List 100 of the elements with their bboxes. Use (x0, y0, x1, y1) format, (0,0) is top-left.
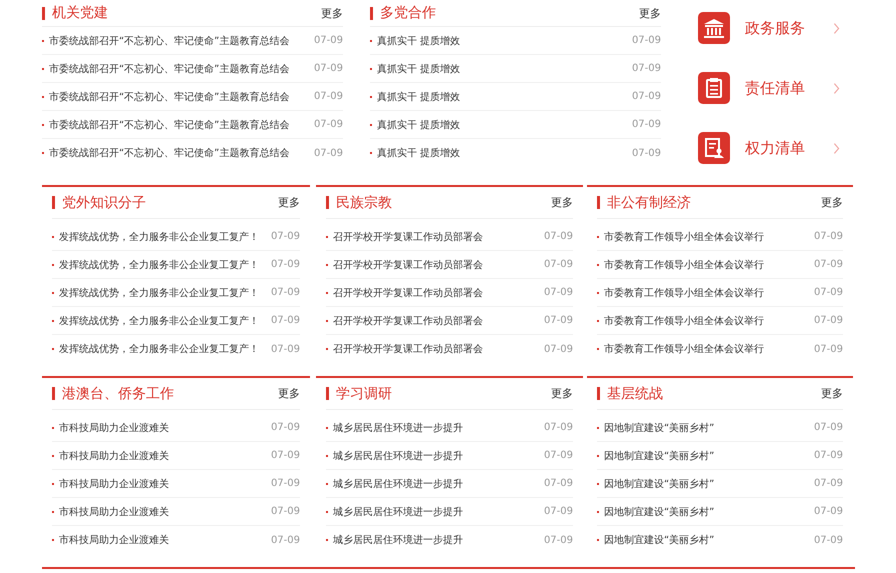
news-date: 07-09 (544, 534, 573, 546)
news-link[interactable]: 市科技局助力企业渡难关 (59, 504, 271, 518)
news-date: 07-09 (270, 287, 300, 298)
title-bar-icon (597, 196, 600, 209)
section-title: 非公有制经济 (607, 194, 692, 212)
news-link[interactable]: 市科技局助力企业渡难关 (59, 420, 271, 434)
news-date: 07-09 (544, 231, 573, 242)
more-link[interactable]: 更多 (639, 6, 661, 20)
news-link[interactable]: 因地制宜建设“美丽乡村” (604, 420, 814, 434)
news-link[interactable]: 城乡居民居住环境进一步提升 (333, 420, 544, 434)
news-date: 07-09 (270, 344, 300, 354)
news-date: 07-09 (632, 119, 661, 130)
title-bar-icon (52, 387, 55, 400)
section-title: 多党合作 (380, 4, 437, 22)
news-link[interactable]: 市委教育工作领导小组全体会议举行 (604, 314, 814, 328)
news-link[interactable]: 城乡居民居住环境进一步提升 (333, 504, 544, 518)
news-link[interactable]: 因地制宜建设“美丽乡村” (604, 533, 814, 547)
news-link[interactable]: 因地制宜建设“美丽乡村” (604, 476, 814, 490)
news-link[interactable]: 城乡居民居住环境进一步提升 (333, 476, 544, 490)
more-link[interactable]: 更多 (278, 195, 300, 210)
section-title: 学习调研 (336, 384, 393, 402)
news-date: 07-09 (632, 148, 661, 158)
news-date: 07-09 (314, 35, 343, 46)
chevron-right-icon (833, 82, 840, 94)
news-date: 07-09 (270, 534, 300, 546)
chevron-right-icon (833, 142, 840, 154)
news-link[interactable]: 市委统战部召开“不忘初心、牢记使命”主题教育总结会 (49, 146, 314, 160)
news-link[interactable]: 市委统战部召开“不忘初心、牢记使命”主题教育总结会 (49, 90, 314, 104)
news-date: 07-09 (314, 91, 343, 102)
news-date: 07-09 (814, 450, 843, 461)
news-date: 07-09 (544, 506, 573, 517)
news-link[interactable]: 发挥统战优势，全力服务非公企业复工复产！ (59, 342, 271, 356)
section-title: 党外知识分子 (62, 194, 147, 212)
news-link[interactable]: 发挥统战优势，全力服务非公企业复工复产！ (59, 258, 271, 272)
news-date: 07-09 (814, 478, 843, 489)
section-title: 基层统战 (607, 384, 664, 402)
news-date: 07-09 (814, 506, 843, 517)
news-link[interactable]: 市委统战部召开“不忘初心、牢记使命”主题教育总结会 (49, 34, 314, 48)
title-bar-icon (326, 196, 329, 209)
news-date: 07-09 (814, 315, 843, 326)
news-date: 07-09 (632, 91, 661, 102)
quick-link[interactable]: 责任清单 (698, 72, 840, 104)
news-link[interactable]: 召开学校开学复课工作动员部署会 (333, 230, 544, 244)
more-link[interactable]: 更多 (321, 6, 343, 20)
news-date: 07-09 (270, 422, 300, 433)
clipboard-icon (698, 72, 730, 104)
news-date: 07-09 (544, 315, 573, 326)
news-link[interactable]: 市委统战部召开“不忘初心、牢记使命”主题教育总结会 (49, 118, 314, 132)
building-icon (698, 12, 730, 44)
more-link[interactable]: 更多 (278, 386, 300, 401)
news-date: 07-09 (270, 478, 300, 489)
more-link[interactable]: 更多 (821, 386, 843, 401)
news-date: 07-09 (270, 315, 300, 326)
news-link[interactable]: 市科技局助力企业渡难关 (59, 533, 271, 547)
news-link[interactable]: 发挥统战优势，全力服务非公企业复工复产！ (59, 286, 271, 300)
news-date: 07-09 (814, 287, 843, 298)
news-link[interactable]: 市委教育工作领导小组全体会议举行 (604, 286, 814, 300)
news-link[interactable]: 市委教育工作领导小组全体会议举行 (604, 342, 814, 356)
news-date: 07-09 (544, 478, 573, 489)
quick-link[interactable]: 权力清单 (698, 132, 840, 164)
news-link[interactable]: 召开学校开学复课工作动员部署会 (333, 314, 544, 328)
news-link[interactable]: 市委教育工作领导小组全体会议举行 (604, 230, 814, 244)
document-person-icon (698, 132, 730, 164)
news-date: 07-09 (270, 259, 300, 270)
news-link[interactable]: 真抓实干 提质增效 (377, 62, 632, 76)
news-link[interactable]: 因地制宜建设“美丽乡村” (604, 448, 814, 462)
news-link[interactable]: 真抓实干 提质增效 (377, 90, 632, 104)
news-date: 07-09 (544, 422, 573, 433)
news-link[interactable]: 市科技局助力企业渡难关 (59, 476, 271, 490)
news-link[interactable]: 因地制宜建设“美丽乡村” (604, 504, 814, 518)
news-link[interactable]: 真抓实干 提质增效 (377, 118, 632, 132)
news-link[interactable]: 市委统战部召开“不忘初心、牢记使命”主题教育总结会 (49, 62, 314, 76)
title-bar-icon (52, 196, 55, 209)
section-title: 民族宗教 (336, 194, 393, 212)
news-link[interactable]: 发挥统战优势，全力服务非公企业复工复产！ (59, 314, 271, 328)
news-date: 07-09 (544, 450, 573, 461)
news-date: 07-09 (814, 534, 843, 546)
news-link[interactable]: 召开学校开学复课工作动员部署会 (333, 342, 544, 356)
news-date: 07-09 (544, 344, 573, 354)
news-link[interactable]: 真抓实干 提质增效 (377, 146, 632, 160)
news-link[interactable]: 城乡居民居住环境进一步提升 (333, 533, 544, 547)
news-link[interactable]: 召开学校开学复课工作动员部署会 (333, 286, 544, 300)
more-link[interactable]: 更多 (821, 195, 843, 210)
news-link[interactable]: 城乡居民居住环境进一步提升 (333, 448, 544, 462)
news-date: 07-09 (270, 450, 300, 461)
news-date: 07-09 (544, 287, 573, 298)
section-title: 机关党建 (52, 4, 109, 22)
quick-link[interactable]: 政务服务 (698, 12, 840, 44)
news-date: 07-09 (270, 231, 300, 242)
news-date: 07-09 (814, 259, 843, 270)
more-link[interactable]: 更多 (551, 386, 573, 401)
news-link[interactable]: 召开学校开学复课工作动员部署会 (333, 258, 544, 272)
more-link[interactable]: 更多 (551, 195, 573, 210)
news-date: 07-09 (632, 63, 661, 74)
news-link[interactable]: 市委教育工作领导小组全体会议举行 (604, 258, 814, 272)
news-link[interactable]: 真抓实干 提质增效 (377, 34, 632, 48)
news-link[interactable]: 发挥统战优势，全力服务非公企业复工复产！ (59, 230, 271, 244)
news-date: 07-09 (314, 63, 343, 74)
news-link[interactable]: 市科技局助力企业渡难关 (59, 448, 271, 462)
section-title: 港澳台、侨务工作 (62, 384, 175, 402)
